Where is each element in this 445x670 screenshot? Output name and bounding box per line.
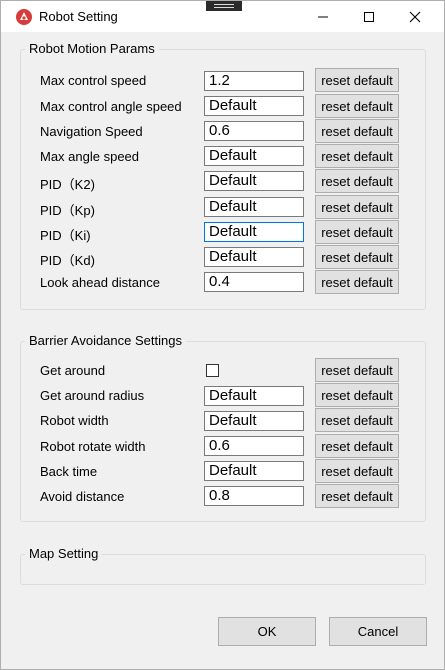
pid-kp-reset-button[interactable]: reset default [315, 195, 399, 219]
pid-ki-reset-button[interactable]: reset default [315, 220, 399, 244]
minimize-button[interactable] [300, 1, 345, 32]
pid-ki-label: PID（Ki) [40, 228, 91, 243]
avoid-distance-label: Avoid distance [40, 489, 125, 504]
close-button[interactable] [392, 1, 437, 32]
back-time-reset-button[interactable]: reset default [315, 459, 399, 483]
title-bar[interactable]: Robot Setting [1, 1, 444, 32]
get-around-checkbox[interactable] [206, 364, 219, 377]
get-around-radius-input[interactable]: Default [204, 386, 304, 406]
max-control-speed-reset-button[interactable]: reset default [315, 68, 399, 92]
get-around-label: Get around [40, 363, 106, 378]
avoid-distance-reset-button[interactable]: reset default [315, 484, 399, 508]
back-time-input[interactable]: Default [204, 461, 304, 481]
robot-rotate-width-label: Robot rotate width [40, 439, 146, 454]
pid-kp-input[interactable]: Default [204, 197, 304, 217]
robot-rotate-width-reset-button[interactable]: reset default [315, 434, 399, 458]
window-title: Robot Setting [39, 9, 118, 24]
pid-kd-reset-button[interactable]: reset default [315, 245, 399, 269]
pid-ki-input[interactable]: Default [204, 222, 304, 242]
pid-kd-input[interactable]: Default [204, 247, 304, 267]
max-control-angle-speed-input[interactable]: Default [204, 96, 304, 116]
drag-handle-icon[interactable] [206, 1, 242, 11]
robot-rotate-width-input[interactable]: 0.6 [204, 436, 304, 456]
robot-width-reset-button[interactable]: reset default [315, 408, 399, 432]
app-robot-icon [16, 9, 32, 25]
map-setting-legend: Map Setting [25, 546, 103, 561]
look-ahead-distance-reset-button[interactable]: reset default [315, 270, 399, 294]
pid-k2-reset-button[interactable]: reset default [315, 169, 399, 193]
max-control-angle-speed-reset-button[interactable]: reset default [315, 94, 399, 118]
look-ahead-distance-input[interactable]: 0.4 [204, 272, 304, 292]
pid-kp-label: PID（Kp) [40, 203, 95, 218]
get-around-radius-label: Get around radius [40, 388, 145, 403]
motion-params-legend: Robot Motion Params [25, 41, 159, 56]
pid-k2-label: PID（K2) [40, 177, 95, 192]
max-angle-speed-reset-button[interactable]: reset default [315, 144, 399, 168]
cancel-button[interactable]: Cancel [329, 617, 427, 646]
look-ahead-distance-label: Look ahead distance [40, 275, 160, 290]
barrier-avoidance-legend: Barrier Avoidance Settings [25, 333, 186, 348]
max-angle-speed-input[interactable]: Default [204, 146, 304, 166]
max-control-speed-label: Max control speed [40, 73, 147, 88]
max-control-angle-speed-label: Max control angle speed [40, 99, 182, 114]
dialog-content: Robot Motion Params Max control speed 1.… [1, 32, 444, 669]
minimize-icon [317, 16, 328, 17]
get-around-reset-button[interactable]: reset default [315, 358, 399, 382]
navigation-speed-input[interactable]: 0.6 [204, 121, 304, 141]
robot-width-label: Robot width [40, 413, 109, 428]
map-setting-group: Map Setting [20, 546, 426, 585]
pid-kd-label: PID（Kd) [40, 253, 95, 268]
navigation-speed-label: Navigation Speed [40, 124, 143, 139]
max-control-speed-input[interactable]: 1.2 [204, 71, 304, 91]
back-time-label: Back time [40, 464, 98, 479]
robot-width-input[interactable]: Default [204, 411, 304, 431]
get-around-radius-reset-button[interactable]: reset default [315, 383, 399, 407]
avoid-distance-input[interactable]: 0.8 [204, 486, 304, 506]
maximize-icon [363, 11, 374, 22]
navigation-speed-reset-button[interactable]: reset default [315, 119, 399, 143]
pid-k2-input[interactable]: Default [204, 171, 304, 191]
maximize-button[interactable] [346, 1, 391, 32]
close-icon [409, 11, 420, 22]
max-angle-speed-label: Max angle speed [40, 149, 140, 164]
robot-setting-window: Robot Setting Robot Motion Params Max co… [0, 0, 445, 670]
ok-button[interactable]: OK [218, 617, 316, 646]
